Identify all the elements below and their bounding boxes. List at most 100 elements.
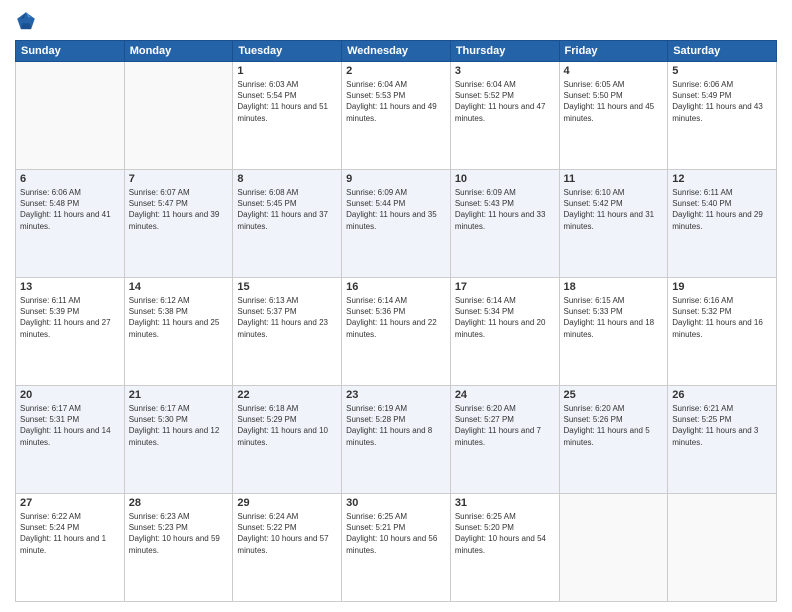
- day-info: Sunrise: 6:05 AMSunset: 5:50 PMDaylight:…: [564, 79, 664, 124]
- day-info: Sunrise: 6:18 AMSunset: 5:29 PMDaylight:…: [237, 403, 337, 448]
- day-number: 16: [346, 281, 446, 293]
- day-number: 9: [346, 173, 446, 185]
- calendar-week-row: 1 Sunrise: 6:03 AMSunset: 5:54 PMDaylight…: [16, 62, 777, 170]
- calendar-cell: 27 Sunrise: 6:22 AMSunset: 5:24 PMDayligh…: [16, 494, 125, 602]
- weekday-header-wednesday: Wednesday: [342, 41, 451, 62]
- day-info: Sunrise: 6:17 AMSunset: 5:31 PMDaylight:…: [20, 403, 120, 448]
- day-info: Sunrise: 6:07 AMSunset: 5:47 PMDaylight:…: [129, 187, 229, 232]
- day-number: 15: [237, 281, 337, 293]
- day-number: 5: [672, 65, 772, 77]
- day-info: Sunrise: 6:13 AMSunset: 5:37 PMDaylight:…: [237, 295, 337, 340]
- day-info: Sunrise: 6:04 AMSunset: 5:52 PMDaylight:…: [455, 79, 555, 124]
- calendar-week-row: 13 Sunrise: 6:11 AMSunset: 5:39 PMDayligh…: [16, 278, 777, 386]
- day-number: 1: [237, 65, 337, 77]
- day-number: 25: [564, 389, 664, 401]
- calendar-cell: 24Sunrise: 6:20 AMSunset: 5:27 PMDayligh…: [450, 386, 559, 494]
- day-number: 3: [455, 65, 555, 77]
- day-info: Sunrise: 6:04 AMSunset: 5:53 PMDaylight:…: [346, 79, 446, 124]
- day-number: 27: [20, 497, 120, 509]
- day-info: Sunrise: 6:14 AMSunset: 5:34 PMDaylight:…: [455, 295, 555, 340]
- day-info: Sunrise: 6:10 AMSunset: 5:42 PMDaylight:…: [564, 187, 664, 232]
- calendar-cell: [16, 62, 125, 170]
- calendar-week-row: 27 Sunrise: 6:22 AMSunset: 5:24 PMDayligh…: [16, 494, 777, 602]
- day-info: Sunrise: 6:12 AMSunset: 5:38 PMDaylight:…: [129, 295, 229, 340]
- day-info: Sunrise: 6:24 AMSunset: 5:22 PMDaylight:…: [237, 511, 337, 556]
- day-info: Sunrise: 6:25 AMSunset: 5:20 PMDaylight:…: [455, 511, 555, 556]
- day-number: 29: [237, 497, 337, 509]
- logo-icon: [15, 10, 37, 32]
- day-number: 28: [129, 497, 229, 509]
- calendar-cell: 1 Sunrise: 6:03 AMSunset: 5:54 PMDaylight…: [233, 62, 342, 170]
- calendar-cell: 6 Sunrise: 6:06 AMSunset: 5:48 PMDaylight…: [16, 170, 125, 278]
- calendar-cell: 8 Sunrise: 6:08 AMSunset: 5:45 PMDaylight…: [233, 170, 342, 278]
- calendar-cell: 18 Sunrise: 6:15 AMSunset: 5:33 PMDayligh…: [559, 278, 668, 386]
- calendar-cell: 9 Sunrise: 6:09 AMSunset: 5:44 PMDaylight…: [342, 170, 451, 278]
- day-info: Sunrise: 6:03 AMSunset: 5:54 PMDaylight:…: [237, 79, 337, 124]
- day-info: Sunrise: 6:09 AMSunset: 5:43 PMDaylight:…: [455, 187, 555, 232]
- calendar-week-row: 6 Sunrise: 6:06 AMSunset: 5:48 PMDaylight…: [16, 170, 777, 278]
- weekday-header-friday: Friday: [559, 41, 668, 62]
- calendar-cell: 31 Sunrise: 6:25 AMSunset: 5:20 PMDayligh…: [450, 494, 559, 602]
- day-info: Sunrise: 6:22 AMSunset: 5:24 PMDaylight:…: [20, 511, 120, 556]
- day-number: 14: [129, 281, 229, 293]
- calendar-cell: 23 Sunrise: 6:19 AMSunset: 5:28 PMDayligh…: [342, 386, 451, 494]
- calendar: SundayMondayTuesdayWednesdayThursdayFrid…: [15, 40, 777, 602]
- weekday-header-monday: Monday: [124, 41, 233, 62]
- calendar-cell: [559, 494, 668, 602]
- calendar-cell: [668, 494, 777, 602]
- day-info: Sunrise: 6:09 AMSunset: 5:44 PMDaylight:…: [346, 187, 446, 232]
- calendar-cell: 21 Sunrise: 6:17 AMSunset: 5:30 PMDayligh…: [124, 386, 233, 494]
- day-number: 13: [20, 281, 120, 293]
- day-number: 12: [672, 173, 772, 185]
- day-info: Sunrise: 6:16 AMSunset: 5:32 PMDaylight:…: [672, 295, 772, 340]
- calendar-cell: 3 Sunrise: 6:04 AMSunset: 5:52 PMDaylight…: [450, 62, 559, 170]
- weekday-header-saturday: Saturday: [668, 41, 777, 62]
- header: [15, 10, 777, 32]
- day-number: 21: [129, 389, 229, 401]
- calendar-cell: 20 Sunrise: 6:17 AMSunset: 5:31 PMDayligh…: [16, 386, 125, 494]
- day-info: Sunrise: 6:21 AMSunset: 5:25 PMDaylight:…: [672, 403, 772, 448]
- day-number: 18: [564, 281, 664, 293]
- day-info: Sunrise: 6:20 AMSunset: 5:26 PMDaylight:…: [564, 403, 664, 448]
- day-number: 20: [20, 389, 120, 401]
- calendar-cell: 10 Sunrise: 6:09 AMSunset: 5:43 PMDayligh…: [450, 170, 559, 278]
- day-info: Sunrise: 6:11 AMSunset: 5:40 PMDaylight:…: [672, 187, 772, 232]
- logo: [15, 10, 39, 32]
- day-number: 17: [455, 281, 555, 293]
- calendar-cell: 15 Sunrise: 6:13 AMSunset: 5:37 PMDayligh…: [233, 278, 342, 386]
- weekday-header-tuesday: Tuesday: [233, 41, 342, 62]
- calendar-cell: 2Sunrise: 6:04 AMSunset: 5:53 PMDaylight…: [342, 62, 451, 170]
- calendar-cell: [124, 62, 233, 170]
- day-info: Sunrise: 6:08 AMSunset: 5:45 PMDaylight:…: [237, 187, 337, 232]
- calendar-cell: 22Sunrise: 6:18 AMSunset: 5:29 PMDayligh…: [233, 386, 342, 494]
- calendar-cell: 12 Sunrise: 6:11 AMSunset: 5:40 PMDayligh…: [668, 170, 777, 278]
- calendar-cell: 17 Sunrise: 6:14 AMSunset: 5:34 PMDayligh…: [450, 278, 559, 386]
- day-info: Sunrise: 6:15 AMSunset: 5:33 PMDaylight:…: [564, 295, 664, 340]
- calendar-header-row: SundayMondayTuesdayWednesdayThursdayFrid…: [16, 41, 777, 62]
- calendar-week-row: 20 Sunrise: 6:17 AMSunset: 5:31 PMDayligh…: [16, 386, 777, 494]
- day-info: Sunrise: 6:11 AMSunset: 5:39 PMDaylight:…: [20, 295, 120, 340]
- day-number: 10: [455, 173, 555, 185]
- day-number: 26: [672, 389, 772, 401]
- calendar-cell: 14 Sunrise: 6:12 AMSunset: 5:38 PMDayligh…: [124, 278, 233, 386]
- day-number: 8: [237, 173, 337, 185]
- day-number: 31: [455, 497, 555, 509]
- calendar-cell: 7 Sunrise: 6:07 AMSunset: 5:47 PMDaylight…: [124, 170, 233, 278]
- calendar-cell: 4 Sunrise: 6:05 AMSunset: 5:50 PMDaylight…: [559, 62, 668, 170]
- day-info: Sunrise: 6:23 AMSunset: 5:23 PMDaylight:…: [129, 511, 229, 556]
- day-info: Sunrise: 6:17 AMSunset: 5:30 PMDaylight:…: [129, 403, 229, 448]
- page: SundayMondayTuesdayWednesdayThursdayFrid…: [0, 0, 792, 612]
- day-number: 6: [20, 173, 120, 185]
- day-number: 19: [672, 281, 772, 293]
- weekday-header-sunday: Sunday: [16, 41, 125, 62]
- day-number: 7: [129, 173, 229, 185]
- day-info: Sunrise: 6:25 AMSunset: 5:21 PMDaylight:…: [346, 511, 446, 556]
- calendar-cell: 28 Sunrise: 6:23 AMSunset: 5:23 PMDayligh…: [124, 494, 233, 602]
- calendar-cell: 16 Sunrise: 6:14 AMSunset: 5:36 PMDayligh…: [342, 278, 451, 386]
- calendar-cell: 29 Sunrise: 6:24 AMSunset: 5:22 PMDayligh…: [233, 494, 342, 602]
- day-info: Sunrise: 6:06 AMSunset: 5:48 PMDaylight:…: [20, 187, 120, 232]
- day-info: Sunrise: 6:19 AMSunset: 5:28 PMDaylight:…: [346, 403, 446, 448]
- day-number: 23: [346, 389, 446, 401]
- day-number: 4: [564, 65, 664, 77]
- day-info: Sunrise: 6:14 AMSunset: 5:36 PMDaylight:…: [346, 295, 446, 340]
